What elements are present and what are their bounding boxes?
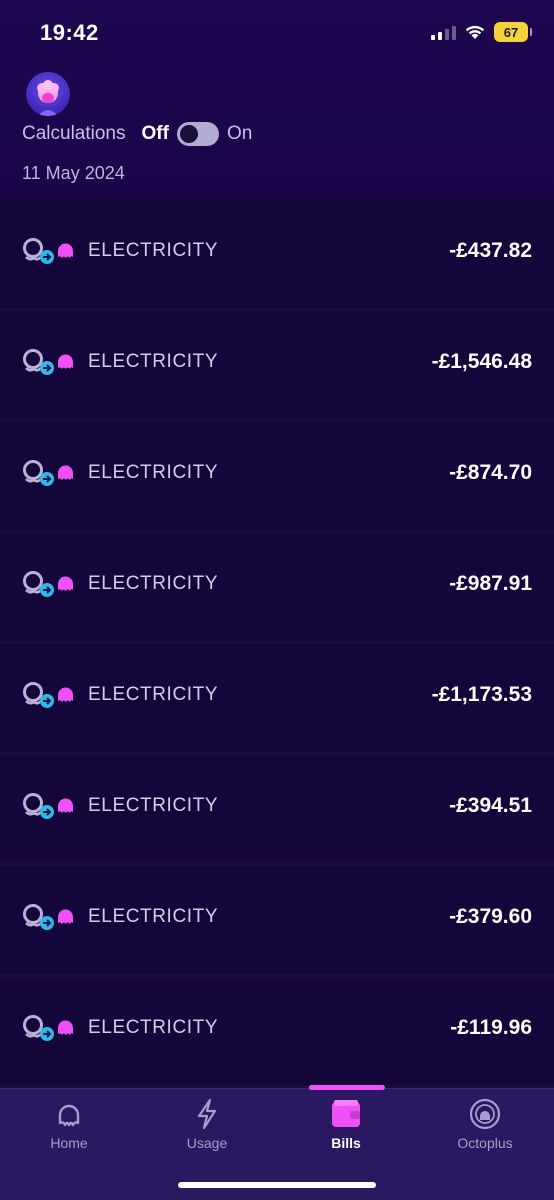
calculations-toggle[interactable]: [176, 122, 219, 146]
bill-row[interactable]: ELECTRICITY -£1,546.48: [0, 311, 554, 422]
octoplus-icon: [469, 1098, 501, 1130]
bill-amount: -£874.70: [449, 461, 532, 484]
toggle-on-label: On: [226, 123, 253, 144]
electricity-supply-icon: [22, 235, 78, 267]
lightning-icon: [197, 1098, 217, 1130]
calculations-label: Calculations: [22, 123, 126, 144]
tab-usage[interactable]: Usage: [147, 1097, 267, 1151]
tab-octoplus[interactable]: Octoplus: [425, 1097, 545, 1151]
tab-octoplus-label: Octoplus: [457, 1135, 513, 1151]
electricity-supply-icon: [22, 679, 78, 711]
bills-date: 11 May 2024: [22, 163, 125, 183]
toggle-knob: [179, 125, 198, 143]
battery-level: 67: [503, 24, 519, 40]
octopus-icon: [58, 1104, 80, 1127]
bill-amount: -£379.60: [449, 905, 532, 928]
electricity-supply-icon: [22, 568, 78, 600]
bill-list: ELECTRICITY -£437.82 ELECTRICITY -£1,546.48…: [0, 200, 554, 1088]
bill-amount: -£119.96: [450, 1016, 532, 1039]
toggle-off-label: Off: [141, 123, 169, 144]
home-indicator[interactable]: [178, 1182, 376, 1188]
bill-amount: -£437.82: [449, 239, 532, 262]
cellular-signal-icon: [431, 24, 456, 40]
bill-type-label: ELECTRICITY: [88, 906, 219, 927]
bill-type-label: ELECTRICITY: [88, 462, 219, 483]
tab-home-label: Home: [50, 1135, 88, 1151]
bill-row[interactable]: ELECTRICITY -£987.91: [0, 533, 554, 644]
bill-type-label: ELECTRICITY: [88, 1017, 219, 1038]
bill-type-label: ELECTRICITY: [88, 573, 219, 594]
bill-amount: -£1,173.53: [431, 683, 532, 706]
avatar[interactable]: [26, 72, 70, 116]
bill-amount: -£1,546.48: [431, 350, 532, 373]
wifi-icon: [465, 25, 485, 39]
tab-home[interactable]: Home: [9, 1097, 129, 1151]
bill-row[interactable]: ELECTRICITY -£437.82: [0, 200, 554, 311]
bills-screen: 19:42 67 Calculations Off On 11 May 2024…: [0, 0, 554, 1200]
tab-bills-label: Bills: [331, 1135, 361, 1151]
electricity-supply-icon: [22, 901, 78, 933]
bill-amount: -£987.91: [449, 572, 532, 595]
bill-row[interactable]: ELECTRICITY -£1,173.53: [0, 644, 554, 755]
electricity-supply-icon: [22, 790, 78, 822]
battery-icon: 67: [494, 22, 532, 42]
status-time: 19:42: [40, 20, 99, 45]
bill-row[interactable]: ELECTRICITY -£394.51: [0, 755, 554, 866]
tab-usage-label: Usage: [186, 1135, 228, 1151]
bill-row[interactable]: ELECTRICITY -£379.60: [0, 866, 554, 977]
header: 19:42 67 Calculations Off On 11 May 2024: [0, 0, 554, 200]
electricity-supply-icon: [22, 457, 78, 489]
bill-type-label: ELECTRICITY: [88, 684, 219, 705]
bill-type-label: ELECTRICITY: [88, 795, 219, 816]
bill-row[interactable]: ELECTRICITY -£874.70: [0, 422, 554, 533]
wallet-icon: [332, 1100, 360, 1127]
electricity-supply-icon: [22, 346, 78, 378]
bill-type-label: ELECTRICITY: [88, 240, 219, 261]
tab-bills[interactable]: Bills: [286, 1097, 406, 1151]
active-tab-indicator: [309, 1085, 385, 1090]
avatar-icon: [37, 80, 59, 116]
bill-type-label: ELECTRICITY: [88, 351, 219, 372]
status-icons: 67: [431, 22, 532, 42]
bill-row[interactable]: ELECTRICITY -£119.96: [0, 977, 554, 1088]
bill-amount: -£394.51: [449, 794, 532, 817]
electricity-supply-icon: [22, 1012, 78, 1044]
calculations-row: Calculations Off On: [22, 122, 252, 146]
